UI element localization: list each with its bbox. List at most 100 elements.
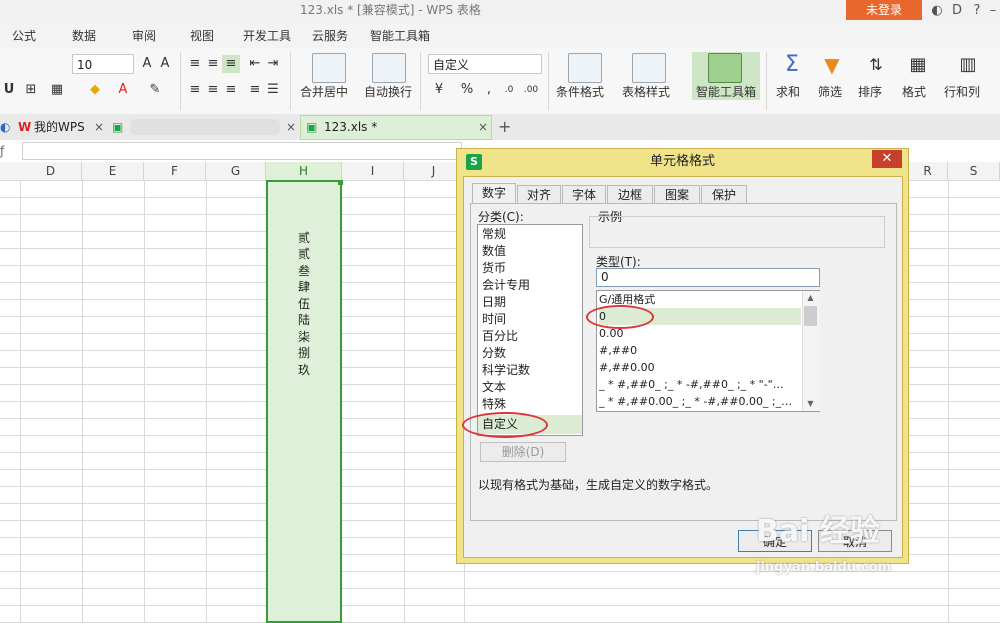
category-item[interactable]: 文本: [482, 379, 580, 396]
border-icon[interactable]: ⊞: [22, 81, 40, 99]
underline-icon[interactable]: U: [0, 81, 18, 99]
format-icon[interactable]: ▦: [906, 56, 930, 80]
tab-alignment[interactable]: 对齐: [517, 185, 561, 204]
increase-decimal-icon[interactable]: .0: [500, 81, 518, 99]
category-item[interactable]: 科学记数: [482, 362, 580, 379]
tab-close-icon[interactable]: ×: [478, 115, 488, 139]
table-style-button[interactable]: 表格样式: [622, 83, 670, 100]
merge-center-icon[interactable]: [312, 53, 346, 83]
scroll-up-icon[interactable]: ▲: [804, 293, 817, 303]
filter-button[interactable]: 筛选: [818, 83, 842, 100]
menu-view[interactable]: 视图: [190, 22, 214, 48]
smart-toolbox-button[interactable]: 智能工具箱: [696, 83, 756, 100]
tab-font[interactable]: 字体: [562, 185, 606, 204]
wrap-text-button[interactable]: 自动换行: [364, 83, 412, 100]
category-item[interactable]: 时间: [482, 311, 580, 328]
tab-number[interactable]: 数字: [472, 183, 516, 204]
format-button[interactable]: 格式: [902, 83, 926, 100]
currency-icon[interactable]: ¥: [430, 81, 448, 99]
minimize-icon[interactable]: –: [984, 2, 1000, 20]
tab-protection[interactable]: 保护: [701, 185, 747, 204]
row-col-button[interactable]: 行和列: [944, 83, 980, 100]
clear-format-icon[interactable]: ✎: [146, 81, 164, 99]
type-input[interactable]: 0: [596, 268, 820, 287]
fx-icon[interactable]: ƒ: [0, 141, 20, 161]
cell-h[interactable]: 伍: [266, 296, 342, 313]
col-header-h[interactable]: H: [266, 162, 342, 180]
decrease-decimal-icon[interactable]: .00: [522, 81, 540, 99]
fill-color-icon[interactable]: ◆: [86, 81, 104, 99]
align-bottom-icon[interactable]: ≡: [222, 55, 240, 73]
merge-center-button[interactable]: 合并居中: [300, 83, 348, 100]
formula-input[interactable]: [22, 142, 462, 160]
cell-h[interactable]: 玖: [266, 362, 342, 379]
menu-cloud[interactable]: 云服务: [312, 22, 348, 48]
justify-icon[interactable]: ≡: [246, 81, 264, 99]
col-header-f[interactable]: F: [144, 162, 206, 180]
conditional-format-icon[interactable]: [568, 53, 602, 83]
tab-pattern[interactable]: 图案: [654, 185, 700, 204]
row-col-icon[interactable]: ▥: [956, 56, 980, 80]
category-item[interactable]: 会计专用: [482, 277, 580, 294]
sum-icon[interactable]: Σ: [780, 54, 804, 80]
category-item[interactable]: 特殊: [482, 396, 580, 413]
format-item[interactable]: #,##0.00: [599, 359, 801, 376]
tab-border[interactable]: 边框: [607, 185, 653, 204]
format-item[interactable]: _ * #,##0_ ;_ * -#,##0_ ;_ * "-"…: [599, 376, 801, 393]
font-color-icon[interactable]: A: [114, 81, 132, 99]
scroll-thumb[interactable]: [804, 306, 817, 326]
col-header-d[interactable]: D: [20, 162, 82, 180]
cell-h[interactable]: 陆: [266, 312, 342, 329]
align-center-icon[interactable]: ≡: [204, 81, 222, 99]
category-item[interactable]: 日期: [482, 294, 580, 311]
font-size-select[interactable]: 10: [72, 54, 134, 74]
delete-button[interactable]: 删除(D): [480, 442, 566, 462]
tab-close-icon[interactable]: ×: [286, 115, 296, 139]
category-item[interactable]: 百分比: [482, 328, 580, 345]
skin-icon[interactable]: ◐: [928, 2, 946, 20]
distributed-icon[interactable]: ☰: [264, 81, 282, 99]
filter-icon[interactable]: ▼: [820, 55, 844, 80]
col-header-j[interactable]: J: [404, 162, 464, 180]
decrease-font-icon[interactable]: A: [156, 55, 174, 73]
cell-h[interactable]: 柒: [266, 329, 342, 346]
scroll-down-icon[interactable]: ▼: [804, 399, 817, 409]
menu-developer[interactable]: 开发工具: [243, 22, 291, 48]
login-button[interactable]: 未登录: [846, 0, 922, 20]
indent-decrease-icon[interactable]: ⇤: [246, 55, 264, 73]
format-item[interactable]: _ * #,##0.00_ ;_ * -#,##0.00_ ;_…: [599, 393, 801, 410]
blurred-tab[interactable]: [130, 119, 280, 135]
menu-smart-toolbox[interactable]: 智能工具箱: [370, 22, 430, 48]
cloud-icon[interactable]: D: [948, 2, 966, 20]
sort-icon[interactable]: ⇅: [864, 56, 888, 80]
align-right-icon[interactable]: ≡: [222, 81, 240, 99]
toolbox-icon[interactable]: [708, 53, 742, 83]
cell-h[interactable]: 肆: [266, 279, 342, 296]
fill-handle[interactable]: [338, 180, 343, 185]
align-left-icon[interactable]: ≡: [186, 81, 204, 99]
category-item[interactable]: 货币: [482, 260, 580, 277]
col-header-i[interactable]: I: [342, 162, 404, 180]
format-item[interactable]: #,##0: [599, 342, 801, 359]
thousands-icon[interactable]: ,: [480, 81, 498, 99]
percent-icon[interactable]: %: [458, 81, 476, 99]
align-middle-icon[interactable]: ≡: [204, 55, 222, 73]
col-header-s[interactable]: S: [948, 162, 1000, 180]
dialog-close-button[interactable]: ✕: [872, 150, 902, 168]
table-style-icon[interactable]: [632, 53, 666, 83]
cell-h[interactable]: 捌: [266, 345, 342, 362]
cell-h[interactable]: 叁: [266, 263, 342, 280]
col-header-g[interactable]: G: [206, 162, 266, 180]
col-header-r[interactable]: R: [908, 162, 948, 180]
tab-file-label[interactable]: 123.xls *: [324, 115, 377, 139]
new-tab-icon[interactable]: +: [498, 115, 511, 139]
cell-h[interactable]: 贰: [266, 246, 342, 263]
tab-wps-home[interactable]: 我的WPS: [34, 115, 85, 139]
category-item[interactable]: 数值: [482, 243, 580, 260]
conditional-format-button[interactable]: 条件格式: [556, 83, 604, 100]
number-format-select[interactable]: 自定义: [428, 54, 542, 74]
category-item[interactable]: 分数: [482, 345, 580, 362]
sum-button[interactable]: 求和: [776, 83, 800, 100]
align-top-icon[interactable]: ≡: [186, 55, 204, 73]
tab-close-icon[interactable]: ×: [94, 115, 104, 139]
